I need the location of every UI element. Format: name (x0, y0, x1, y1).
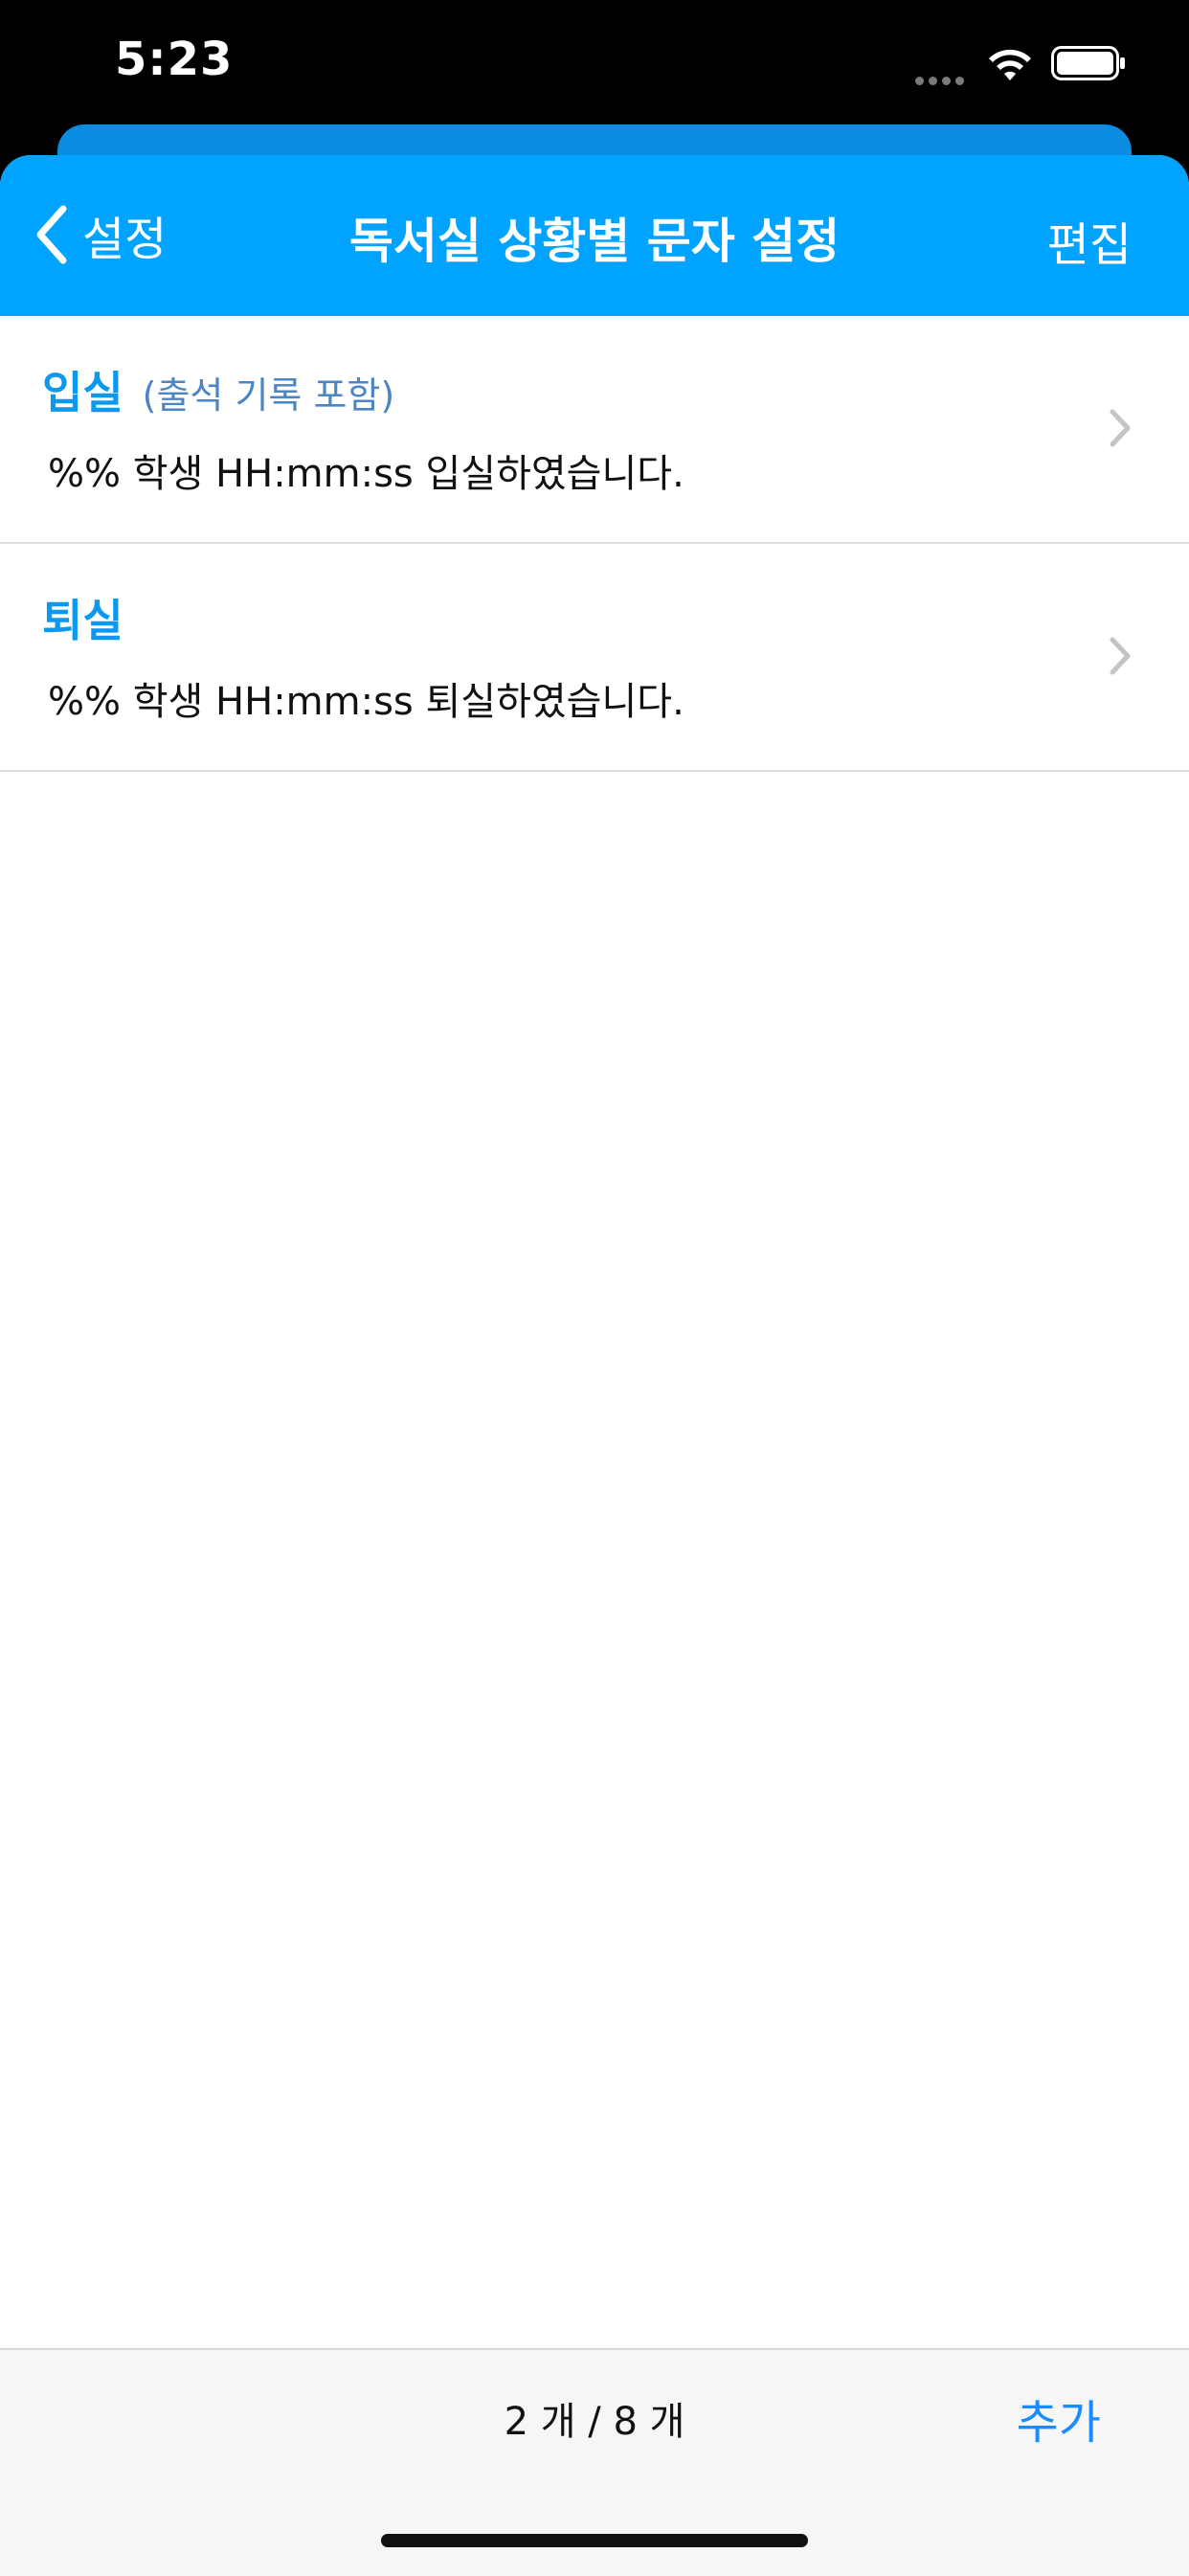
page-title: 독서실 상황별 문자 설정 (348, 214, 841, 269)
list-item-message: %% 학생 HH:mm:ss 퇴실하였습니다. (48, 680, 684, 724)
list-item-name: 퇴실 (42, 595, 123, 646)
modal-sheet: 설정 독서실 상황별 문자 설정 편집 입실 (출석 기록 포함) %% 학생 … (0, 155, 1189, 2574)
edit-button[interactable]: 편집 (1047, 207, 1132, 274)
chevron-right-icon (1110, 409, 1131, 447)
list-item-title: 퇴실 (42, 586, 143, 649)
battery-icon (1051, 46, 1126, 80)
status-time: 5:23 (115, 33, 234, 86)
status-bar: 5:23 (0, 0, 1189, 124)
list-item-name: 입실 (42, 367, 123, 418)
add-button[interactable]: 추가 (1017, 2384, 1101, 2452)
home-indicator (381, 2534, 808, 2547)
list-item-title: 입실 (출석 기록 포함) (42, 358, 394, 421)
list-item-subtitle: (출석 기록 포함) (142, 374, 395, 417)
cellular-dots-icon (915, 71, 969, 85)
wifi-icon (986, 44, 1034, 82)
item-count: 2 개 / 8 개 (504, 2400, 685, 2444)
navigation-bar: 설정 독서실 상황별 문자 설정 편집 (0, 155, 1189, 316)
list-item[interactable]: 입실 (출석 기록 포함) %% 학생 HH:mm:ss 입실하였습니다. (0, 316, 1189, 544)
list-item-message: %% 학생 HH:mm:ss 입실하였습니다. (48, 452, 684, 496)
list-item[interactable]: 퇴실 %% 학생 HH:mm:ss 퇴실하였습니다. (0, 544, 1189, 772)
message-list: 입실 (출석 기록 포함) %% 학생 HH:mm:ss 입실하였습니다. 퇴실… (0, 316, 1189, 772)
chevron-right-icon (1110, 637, 1131, 675)
